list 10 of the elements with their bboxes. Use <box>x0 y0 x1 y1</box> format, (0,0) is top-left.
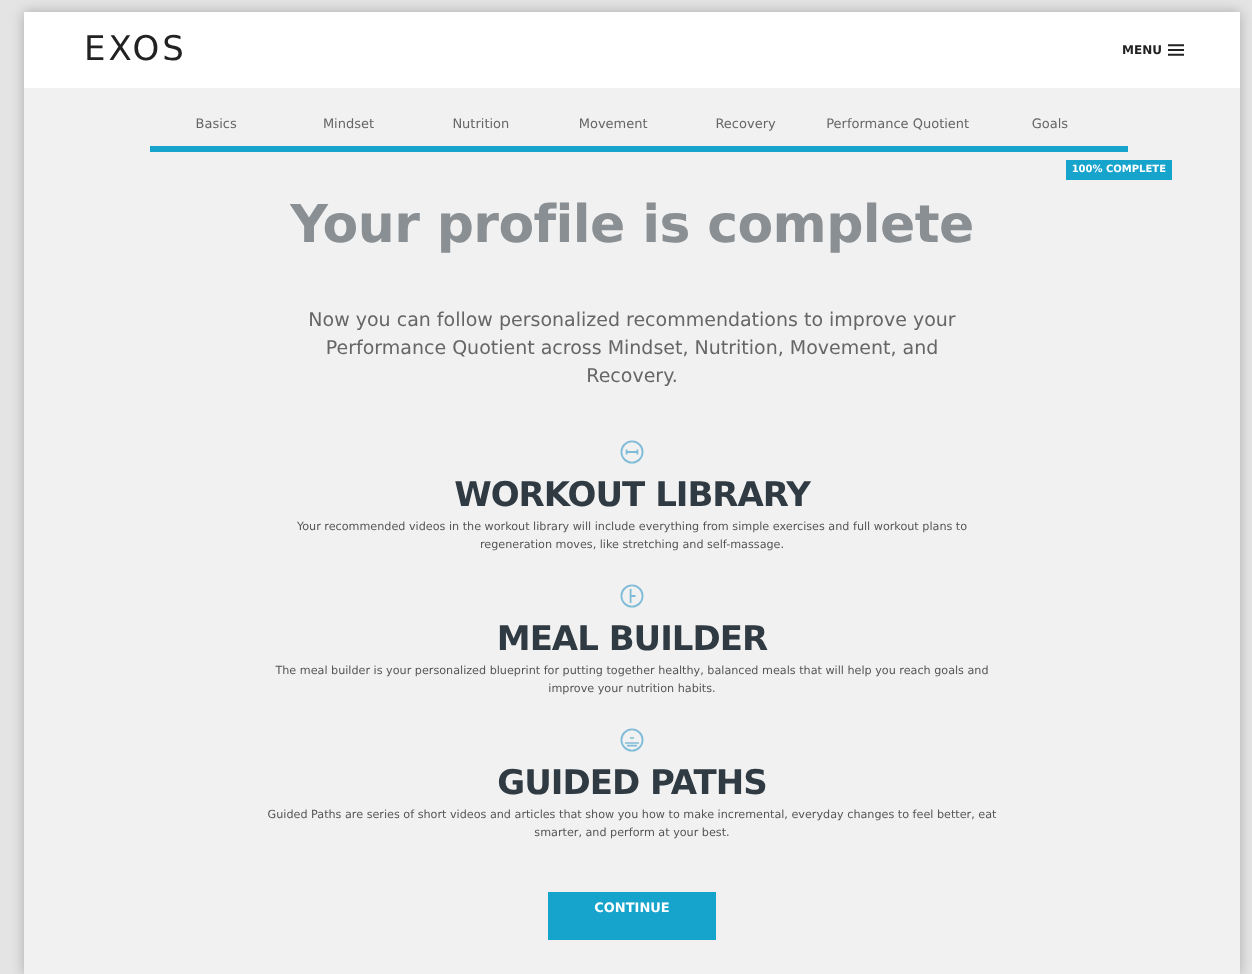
exos-logo[interactable]: EXOS <box>84 30 187 70</box>
section-heading: WORKOUT LIBRARY <box>454 476 810 516</box>
intro-text: Now you can follow personalized recommendations to improve your Performance Quotient across Mindset, Nutrition, Movement, and Recovery. <box>306 308 958 392</box>
plate-icon <box>620 584 644 608</box>
section-heading: MEAL BUILDER <box>496 620 768 660</box>
page-title: Your profile is complete <box>290 196 974 256</box>
menu-icon <box>1168 44 1184 56</box>
path-icon <box>620 728 644 752</box>
section-heading: GUIDED PATHS <box>497 764 767 804</box>
dumbbell-icon <box>620 440 644 464</box>
